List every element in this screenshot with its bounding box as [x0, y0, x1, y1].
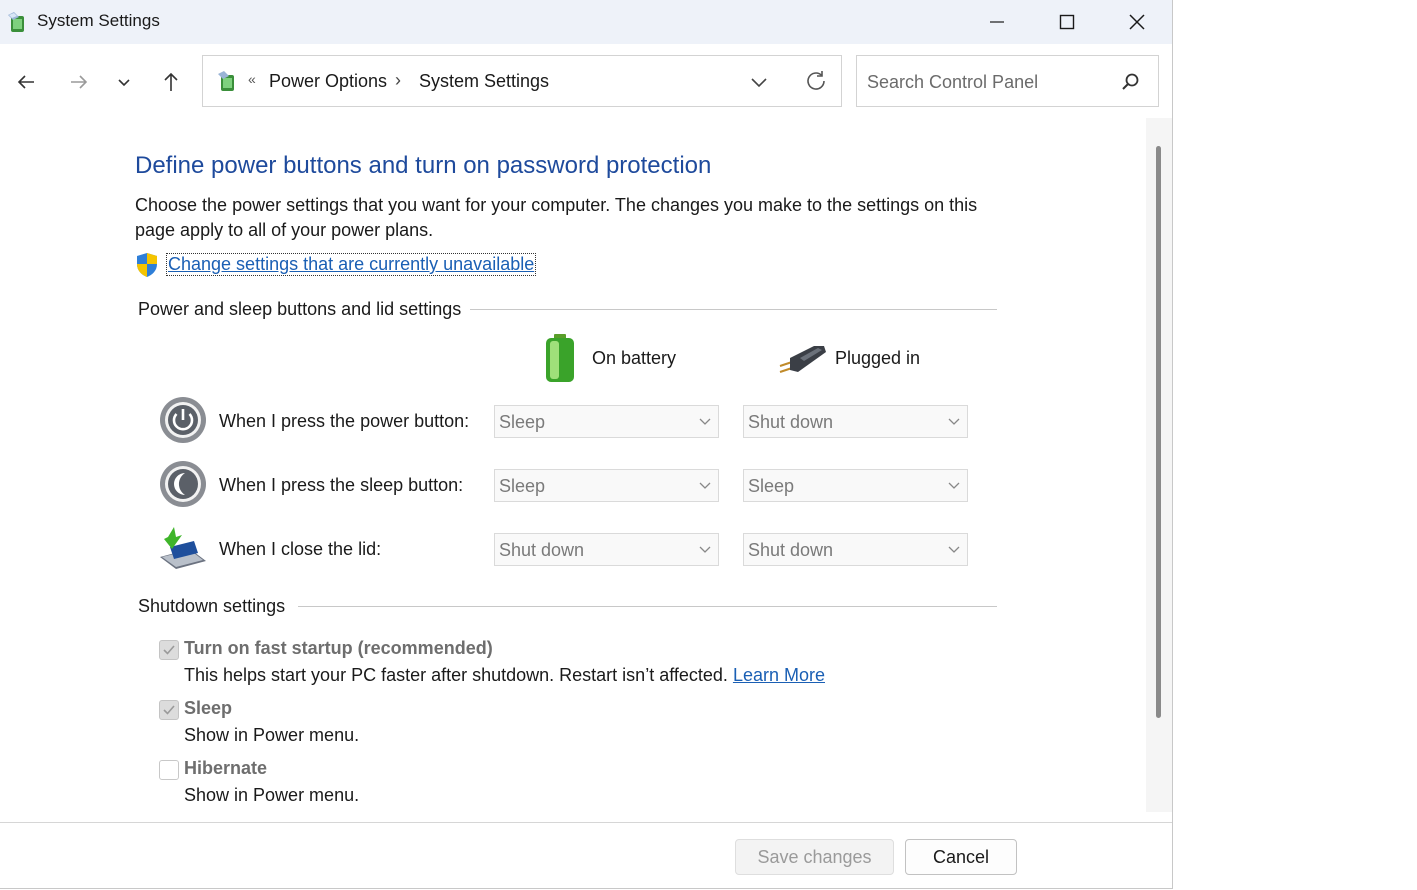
power-group-title: Power and sleep buttons and lid settings	[138, 299, 462, 320]
vertical-scrollbar[interactable]	[1146, 118, 1172, 812]
close-button[interactable]	[1102, 0, 1172, 44]
laptop-lid-icon	[160, 527, 206, 569]
save-changes-button[interactable]: Save changes	[735, 839, 894, 875]
battery-icon	[546, 334, 574, 382]
breadcrumb-separator[interactable]: ›	[395, 70, 401, 91]
breadcrumb-overflow[interactable]: «	[248, 71, 256, 87]
recent-locations-button[interactable]	[108, 64, 140, 100]
cancel-button[interactable]: Cancel	[905, 839, 1017, 875]
hibernate-option-description: Show in Power menu.	[184, 785, 360, 805]
search-icon[interactable]	[1119, 71, 1141, 93]
chevron-down-icon	[699, 418, 711, 425]
power-button-label: When I press the power button:	[219, 411, 470, 431]
minimize-icon	[990, 21, 1004, 23]
learn-more-link[interactable]: Learn More	[733, 665, 825, 685]
chevron-down-icon	[948, 418, 960, 425]
window-title: System Settings	[37, 11, 160, 30]
arrow-left-icon	[17, 75, 34, 89]
refresh-icon[interactable]	[803, 68, 829, 94]
fast-startup-label: Turn on fast startup (recommended)	[184, 638, 493, 658]
chevron-down-icon[interactable]	[747, 70, 771, 94]
chevron-down-icon	[118, 79, 130, 87]
breadcrumb-power-options[interactable]: Power Options	[269, 71, 387, 92]
checkmark-icon	[163, 705, 175, 715]
lid-plugged-select[interactable]: Shut down	[743, 533, 968, 566]
power-plug-icon	[779, 346, 826, 373]
lid-close-label: When I close the lid:	[219, 539, 382, 559]
control-panel-icon	[8, 12, 24, 32]
plugged-in-label: Plugged in	[835, 348, 921, 368]
maximize-button[interactable]	[1032, 0, 1102, 44]
page-description: Choose the power settings that you want …	[135, 195, 978, 240]
up-button[interactable]	[155, 64, 187, 100]
lid-battery-select[interactable]: Shut down	[494, 533, 719, 566]
forward-button[interactable]	[63, 64, 95, 100]
system-settings-window: System Settings « Power Options › System…	[0, 0, 1173, 889]
main-content: Define power buttons and turn on passwor…	[0, 118, 1145, 812]
minimize-button[interactable]	[962, 0, 1032, 44]
scrollbar-thumb[interactable]	[1156, 146, 1161, 718]
title-bar: System Settings	[0, 0, 1172, 44]
chevron-down-icon	[699, 546, 711, 553]
uac-shield-icon	[137, 253, 157, 277]
on-battery-label: On battery	[592, 348, 677, 368]
group-divider	[298, 606, 997, 607]
sleep-option-label: Sleep	[184, 698, 233, 718]
sleep-button-battery-select[interactable]: Sleep	[494, 469, 719, 502]
maximize-icon	[1059, 14, 1075, 30]
chevron-down-icon	[948, 546, 960, 553]
power-button-battery-select[interactable]: Sleep	[494, 405, 719, 438]
page-title: Define power buttons and turn on passwor…	[135, 152, 712, 179]
shutdown-group-title: Shutdown settings	[138, 596, 286, 617]
search-input[interactable]: Search Control Panel	[867, 72, 1038, 93]
control-panel-icon	[218, 71, 234, 91]
group-divider	[470, 309, 997, 310]
change-settings-link[interactable]: Change settings that are currently unava…	[166, 253, 537, 276]
fast-startup-description: This helps start your PC faster after sh…	[184, 665, 825, 685]
arrow-up-icon	[164, 72, 178, 91]
search-box[interactable]: Search Control Panel	[856, 55, 1159, 107]
close-icon	[1129, 14, 1145, 30]
address-bar[interactable]: « Power Options › System Settings	[202, 55, 842, 107]
sleep-button-label: When I press the sleep button:	[219, 475, 464, 495]
sleep-checkbox[interactable]	[159, 700, 179, 720]
footer-bar: Save changes Cancel	[0, 822, 1172, 888]
chevron-down-icon	[699, 482, 711, 489]
power-button-icon	[160, 397, 206, 443]
back-button[interactable]	[10, 64, 42, 100]
hibernate-checkbox[interactable]	[159, 760, 179, 780]
sleep-option-description: Show in Power menu.	[184, 725, 360, 745]
fast-startup-checkbox[interactable]	[159, 640, 179, 660]
sleep-button-plugged-select[interactable]: Sleep	[743, 469, 968, 502]
breadcrumb-system-settings[interactable]: System Settings	[419, 71, 549, 92]
arrow-right-icon	[71, 75, 88, 89]
chevron-down-icon	[948, 482, 960, 489]
power-button-plugged-select[interactable]: Shut down	[743, 405, 968, 438]
hibernate-option-label: Hibernate	[184, 758, 268, 778]
sleep-button-icon	[160, 461, 206, 507]
checkmark-icon	[163, 645, 175, 655]
